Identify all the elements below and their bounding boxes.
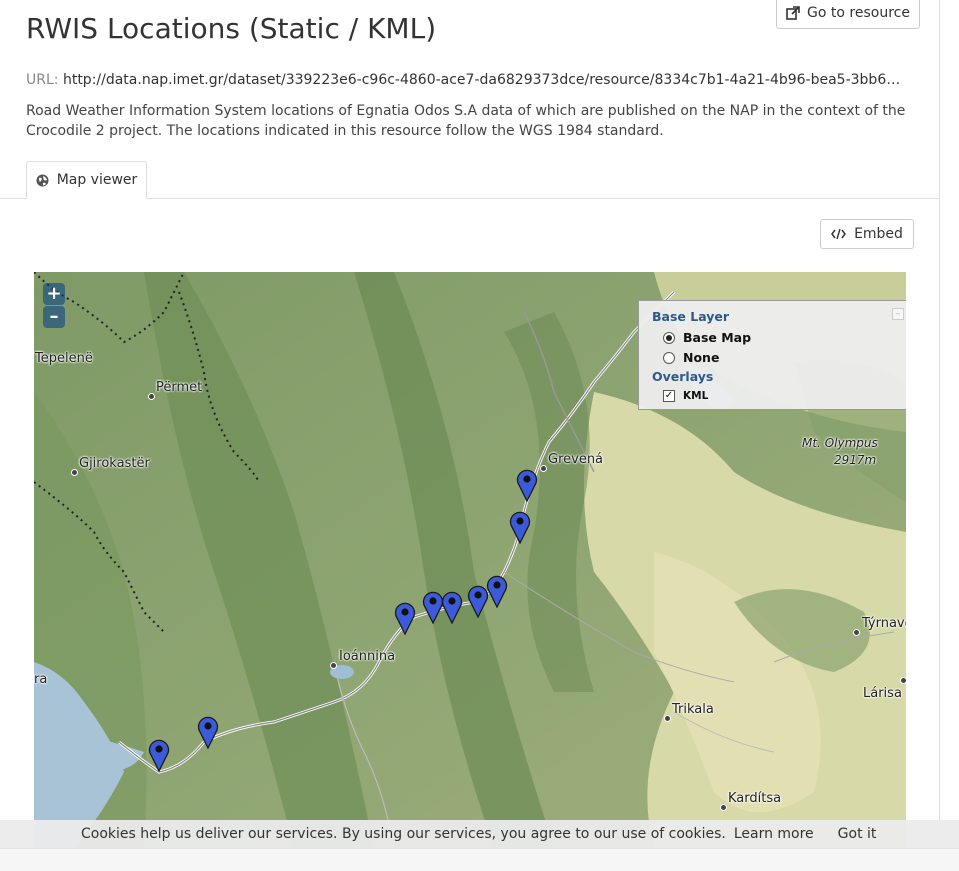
city-dot bbox=[148, 393, 155, 400]
resource-url: URL: http://data.nap.imet.gr/dataset/339… bbox=[26, 72, 906, 88]
cookie-learn-more-link[interactable]: Learn more bbox=[734, 826, 814, 842]
base-layer-heading: Base Layer bbox=[652, 309, 730, 324]
cookie-text: Cookies help us deliver our services. By… bbox=[81, 826, 726, 842]
globe-icon bbox=[36, 174, 49, 186]
overlay-option-kml[interactable]: ✓ KML bbox=[663, 390, 708, 402]
place-olympus: Mt. Olympus bbox=[802, 436, 878, 450]
page-footer-strip bbox=[0, 848, 959, 871]
go-to-resource-button[interactable]: Go to resource bbox=[776, 0, 920, 29]
tab-map-viewer-label: Map viewer bbox=[56, 172, 138, 188]
layer-switcher: – Base Layer Base Map None Overlays ✓ KM… bbox=[638, 300, 906, 410]
place-permet: Përmet bbox=[156, 380, 203, 395]
kml-checkbox[interactable]: ✓ bbox=[663, 390, 675, 402]
page-title: RWIS Locations (Static / KML) bbox=[26, 12, 437, 45]
city-dot bbox=[540, 465, 547, 472]
cookie-got-it-button[interactable]: Got it bbox=[838, 826, 877, 842]
city-dot bbox=[900, 677, 906, 684]
zoom-in-button[interactable]: + bbox=[43, 283, 65, 305]
base-layer-option-base-map[interactable]: Base Map bbox=[663, 330, 751, 345]
place-trikala: Trikala bbox=[672, 702, 714, 717]
place-ioannina: Ioánnina bbox=[339, 649, 396, 664]
kml-marker-icon[interactable] bbox=[509, 510, 531, 545]
tab-map-viewer[interactable]: Map viewer bbox=[26, 161, 147, 199]
zoom-control: + – bbox=[43, 283, 67, 329]
map-viewer[interactable]: Përmet Tepelenë Gjirokastër Grevená Mt. … bbox=[34, 272, 906, 848]
place-larisa: Lárisa bbox=[863, 686, 902, 701]
city-dot bbox=[71, 469, 78, 476]
kml-marker-icon[interactable] bbox=[486, 574, 508, 609]
place-tyrnavos: Týrnavo bbox=[862, 616, 906, 631]
none-label: None bbox=[683, 350, 720, 365]
place-grevena: Grevená bbox=[548, 452, 604, 467]
cookie-banner: Cookies help us deliver our services. By… bbox=[0, 820, 959, 848]
city-dot bbox=[853, 629, 860, 636]
url-label: URL: bbox=[26, 72, 59, 88]
layer-switcher-minimize-button[interactable]: – bbox=[892, 308, 904, 320]
kml-marker-icon[interactable] bbox=[148, 738, 170, 773]
place-tepelene: Tepelenë bbox=[35, 351, 93, 366]
none-radio[interactable] bbox=[663, 351, 675, 364]
resource-description: Road Weather Information System location… bbox=[26, 103, 906, 139]
city-dot bbox=[664, 715, 671, 722]
code-icon bbox=[831, 228, 846, 240]
go-to-resource-label: Go to resource bbox=[807, 5, 910, 21]
external-link-icon bbox=[786, 6, 800, 20]
base-layer-option-none[interactable]: None bbox=[663, 350, 719, 365]
embed-button[interactable]: Embed bbox=[820, 219, 914, 249]
embed-label: Embed bbox=[854, 226, 903, 242]
city-dot bbox=[720, 804, 727, 811]
base-map-label: Base Map bbox=[683, 330, 752, 345]
url-link[interactable]: http://data.nap.imet.gr/dataset/339223e6… bbox=[63, 72, 906, 88]
kml-label: KML bbox=[683, 390, 709, 402]
city-dot bbox=[330, 662, 337, 669]
kml-marker-icon[interactable] bbox=[516, 468, 538, 503]
place-gjirokaster: Gjirokastër bbox=[79, 456, 150, 471]
kml-marker-icon[interactable] bbox=[394, 601, 416, 636]
place-karditsa: Kardítsa bbox=[728, 791, 782, 806]
kml-marker-icon[interactable] bbox=[197, 715, 219, 750]
base-map-radio[interactable] bbox=[663, 331, 675, 344]
kml-marker-icon[interactable] bbox=[441, 590, 463, 625]
zoom-out-button[interactable]: – bbox=[43, 306, 65, 328]
place-olympus-height: 2917m bbox=[834, 453, 877, 467]
place-ra: ra bbox=[34, 672, 48, 687]
overlays-heading: Overlays bbox=[652, 369, 714, 384]
